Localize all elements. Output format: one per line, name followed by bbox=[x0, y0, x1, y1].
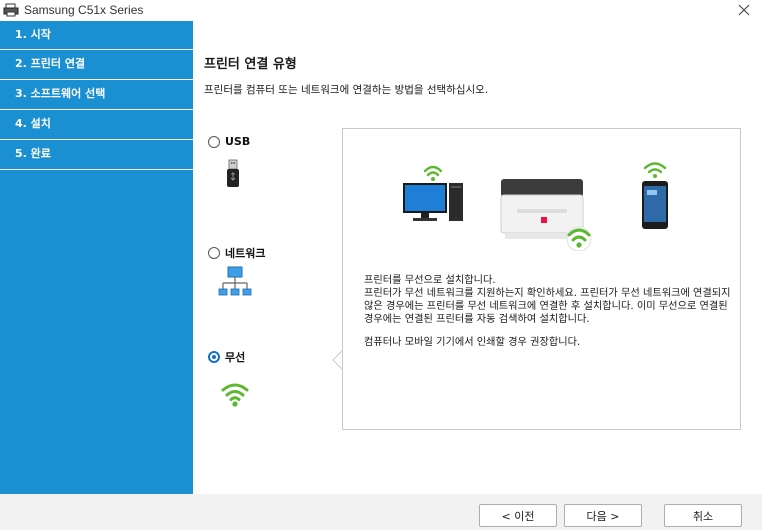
step-install: 4. 설치 bbox=[0, 110, 193, 140]
back-button[interactable]: < 이전 bbox=[479, 504, 557, 527]
desktop-computer-icon bbox=[401, 161, 465, 228]
title-bar: Samsung C51x Series bbox=[0, 0, 762, 21]
main-panel: 프린터 연결 유형 프린터를 컴퓨터 또는 네트워크에 연결하는 방법을 선택하… bbox=[193, 21, 762, 494]
close-icon bbox=[738, 4, 750, 16]
info-line-1: 프린터를 무선으로 설치합니다. bbox=[364, 275, 496, 286]
next-button[interactable]: 다음 > bbox=[564, 504, 642, 527]
wizard-steps-sidebar: 1. 시작 2. 프린터 연결 3. 소프트웨어 선택 4. 설치 5. 완료 bbox=[0, 21, 193, 494]
wireless-radio[interactable] bbox=[208, 351, 220, 363]
step-start: 1. 시작 bbox=[0, 21, 193, 50]
usb-option[interactable]: USB bbox=[208, 135, 250, 148]
footer-bar: < 이전 다음 > 취소 bbox=[0, 494, 762, 530]
network-option[interactable]: 네트워크 bbox=[208, 245, 265, 261]
wifi-icon bbox=[220, 378, 250, 411]
window-title: Samsung C51x Series bbox=[24, 3, 144, 17]
info-line-2: 프린터가 무선 네트워크를 지원하는지 확인하세요. 프린터가 무선 네트워크에… bbox=[364, 288, 731, 325]
wireless-option-label: 무선 bbox=[225, 351, 246, 364]
usb-radio[interactable] bbox=[208, 135, 220, 148]
network-radio[interactable] bbox=[208, 247, 220, 259]
usb-option-label: USB bbox=[225, 135, 251, 148]
info-line-3: 컴퓨터나 모바일 기기에서 인쇄할 경우 권장합니다. bbox=[364, 337, 581, 348]
page-description: 프린터를 컴퓨터 또는 네트워크에 연결하는 방법을 선택하십시오. bbox=[204, 84, 489, 96]
usb-icon bbox=[224, 158, 242, 195]
network-option-label: 네트워크 bbox=[225, 247, 266, 260]
step-printer-connection: 2. 프린터 연결 bbox=[0, 50, 193, 80]
printer-app-icon bbox=[3, 3, 19, 17]
wireless-info-panel: 프린터를 무선으로 설치합니다. 프린터가 무선 네트워크를 지원하는지 확인하… bbox=[342, 128, 741, 430]
close-button[interactable] bbox=[730, 0, 758, 20]
network-icon bbox=[218, 265, 252, 304]
wireless-option[interactable]: 무선 bbox=[208, 349, 245, 365]
step-software-selection: 3. 소프트웨어 선택 bbox=[0, 80, 193, 110]
page-title: 프린터 연결 유형 bbox=[204, 57, 297, 72]
step-finish: 5. 완료 bbox=[0, 140, 193, 170]
smartphone-icon bbox=[635, 159, 675, 234]
cancel-button[interactable]: 취소 bbox=[664, 504, 742, 527]
wireless-info-text: 프린터를 무선으로 설치합니다. 프린터가 무선 네트워크를 지원하는지 확인하… bbox=[364, 274, 734, 349]
printer-icon bbox=[497, 161, 605, 254]
